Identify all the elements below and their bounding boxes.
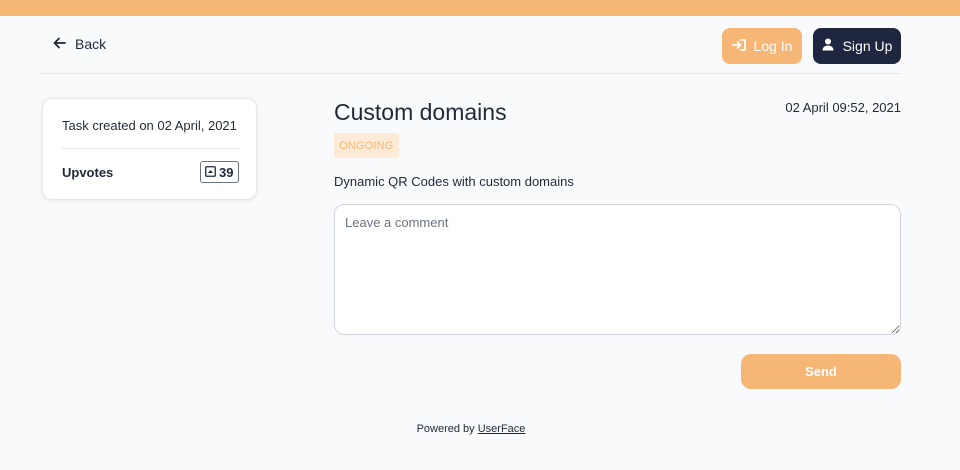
user-icon [822, 38, 843, 54]
back-label: Back [75, 36, 107, 52]
back-link[interactable]: Back [53, 36, 106, 52]
login-button[interactable]: Log In [722, 28, 802, 64]
powered-by-text: Powered by [416, 423, 475, 435]
task-title: Custom domains [334, 99, 507, 125]
upvote-button[interactable]: 39 [200, 161, 240, 183]
signup-button[interactable]: Sign Up [813, 28, 901, 64]
upvote-count: 39 [219, 164, 234, 180]
task-created-text: Task created on 02 April, 2021 [62, 118, 237, 133]
login-label: Log In [753, 38, 793, 54]
top-accent-bar [0, 0, 960, 16]
caret-up-square-icon [205, 165, 219, 180]
task-info-card: Task created on 02 April, 2021 Upvotes 3… [42, 98, 257, 200]
comment-input[interactable] [334, 204, 901, 335]
userface-link[interactable]: UserFace [478, 423, 526, 435]
task-description: Dynamic QR Codes with custom domains [334, 174, 574, 189]
upvotes-label: Upvotes [62, 165, 114, 180]
send-button[interactable]: Send [741, 354, 901, 389]
footer: Powered by UserFace [0, 423, 942, 435]
sign-in-icon [731, 38, 754, 54]
card-divider [62, 148, 239, 149]
signup-label: Sign Up [842, 38, 893, 54]
status-badge: ONGOING [334, 133, 399, 158]
header: Back Log In Sign Up [41, 28, 901, 74]
task-date: 02 April 09:52, 2021 [785, 100, 901, 115]
arrow-left-icon [53, 36, 75, 52]
